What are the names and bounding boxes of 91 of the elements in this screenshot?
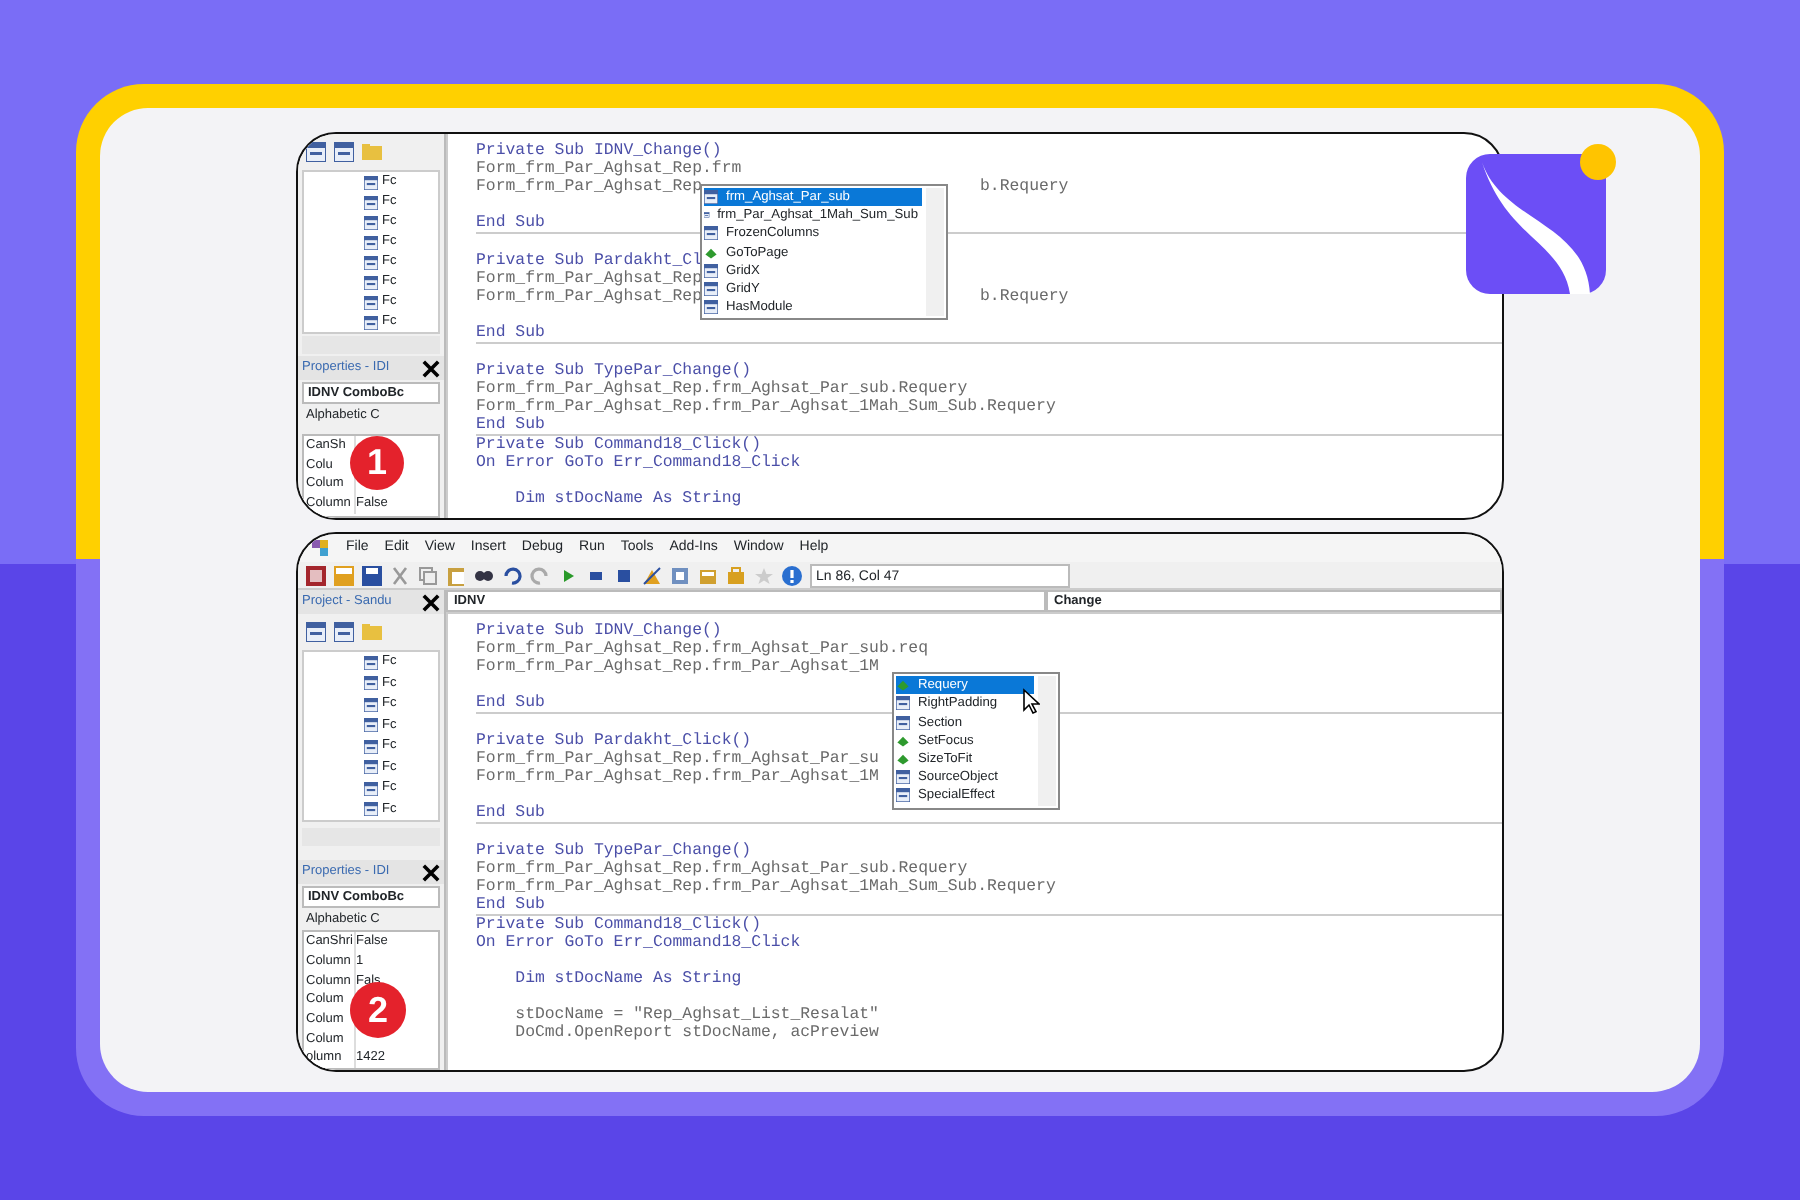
form-icon: [364, 802, 378, 817]
app-icon: [310, 537, 330, 558]
form-icon: [364, 760, 378, 775]
code-line: Private Sub Command18_Click(): [476, 916, 761, 935]
property-icon: [704, 300, 718, 315]
property-icon: [896, 696, 910, 711]
code-line: End Sub: [476, 804, 545, 823]
property-icon: [704, 208, 710, 223]
mouse-pointer-icon: [1022, 688, 1040, 715]
code-line: b.Requery: [980, 288, 1069, 306]
code-line: Private Sub Command18_Click(): [476, 436, 761, 454]
close-icon[interactable]: [422, 593, 440, 612]
scrollbar[interactable]: [926, 188, 944, 317]
code-line: Form_frm_Par_Aghsat_Rep.frm_Par_Aghsat_1M: [476, 768, 879, 787]
code-line: End Sub: [476, 214, 545, 232]
access-icon[interactable]: [306, 565, 326, 586]
form-icon: [364, 255, 378, 269]
code-line: On Error GoTo Err_Command18_Click: [476, 454, 801, 472]
view-code-icon[interactable]: [334, 142, 354, 162]
view-code-icon[interactable]: [334, 622, 354, 643]
code-line: Dim stDocName As String: [513, 970, 742, 989]
code-line: Form_frm_Par_Aghsat_Rep.frm_Par_Aghsat_1Mah_Sum_Sub.Requery: [476, 398, 1056, 416]
view-object-icon[interactable]: [306, 622, 326, 643]
code-line: Form_frm_Par_Aghsat_Rep: [476, 270, 703, 288]
code-line: End Sub: [476, 896, 545, 915]
form-icon: [364, 655, 378, 670]
design-icon[interactable]: [642, 565, 662, 586]
property-icon: [704, 263, 718, 278]
form-icon: [364, 697, 378, 712]
form-icon: [364, 676, 378, 691]
code-line: Private Sub IDNV_Change(): [476, 142, 722, 160]
redo-icon[interactable]: [530, 565, 550, 586]
run-icon[interactable]: [558, 565, 578, 586]
help-icon[interactable]: [782, 565, 802, 586]
save-icon[interactable]: [362, 565, 382, 586]
form-icon: [364, 315, 378, 329]
code-line: Private Sub TypePar_Change(): [476, 362, 752, 380]
code-line: Form_frm_Par_Aghsat_Rep.frm: [476, 160, 742, 178]
code-line: Form_frm_Par_Aghsat_Rep.frm_Aghsat_Par_sub.req: [476, 640, 929, 659]
form-icon: [364, 718, 378, 733]
property-icon: [896, 788, 910, 803]
form-icon: [364, 175, 378, 189]
code-line: On Error GoTo Err_Command18_Click: [476, 934, 801, 953]
toolbox-icon[interactable]: [726, 565, 746, 586]
code-line: DoCmd.OpenReport stDocName, acPreview: [513, 1024, 879, 1043]
code-line: b.Requery: [980, 178, 1069, 196]
code-line: Private Sub TypePar_Change(): [476, 842, 752, 861]
code-line: Private Sub IDNV_Change(): [476, 622, 722, 641]
undo-icon[interactable]: [502, 565, 522, 586]
property-icon: [704, 282, 718, 297]
code-line: Form_frm_Par_Aghsat_Rep.frm_Par_Aghsat_1Mah_Sum_Sub.Requery: [476, 878, 1056, 897]
code-line: stDocName = "Rep_Aghsat_List_Resalat": [513, 1006, 879, 1025]
code-line: End Sub: [476, 324, 545, 342]
code-line: End Sub: [476, 694, 545, 713]
code-line: Form_frm_Par_Aghsat_Rep: [476, 288, 703, 306]
code-line: Dim stDocName As String: [513, 490, 742, 508]
view-object-icon[interactable]: [306, 142, 326, 162]
property-icon: [896, 770, 910, 785]
code-line: Form_frm_Par_Aghsat_Rep.frm_Aghsat_Par_sub.Requery: [476, 380, 968, 398]
paste-icon[interactable]: [446, 565, 466, 586]
form-icon: [364, 739, 378, 754]
properties-icon[interactable]: [698, 565, 718, 586]
code-line: End Sub: [476, 416, 545, 434]
stop-icon[interactable]: [614, 565, 634, 586]
code-line: Private Sub Pardakht_Cl: [476, 252, 703, 270]
scrollbar[interactable]: [1038, 676, 1056, 805]
form-icon: [364, 781, 378, 796]
cut-icon[interactable]: [390, 565, 410, 586]
property-icon: [896, 715, 910, 730]
code-line: Form_frm_Par_Aghsat_Rep.frm_Par_Aghsat_1M: [476, 658, 879, 677]
horizontal-scrollbar[interactable]: [302, 336, 440, 354]
property-icon: [704, 226, 718, 241]
code-line: Form_frm_Par_Aghsat_Rep: [476, 178, 703, 196]
method-icon: [896, 678, 910, 693]
form-icon[interactable]: [334, 565, 354, 586]
form-icon: [364, 235, 378, 249]
form-icon: [364, 295, 378, 309]
form-icon: [364, 195, 378, 209]
code-line: Form_frm_Par_Aghsat_Rep.frm_Aghsat_Par_su: [476, 750, 879, 769]
close-icon[interactable]: [422, 359, 440, 377]
close-icon[interactable]: [422, 863, 440, 882]
copy-icon[interactable]: [418, 565, 438, 586]
code-line: Form_frm_Par_Aghsat_Rep.frm_Aghsat_Par_sub.Requery: [476, 860, 968, 879]
property-icon: [704, 190, 718, 205]
form-icon: [364, 275, 378, 289]
find-icon[interactable]: [474, 565, 494, 586]
code-line: Private Sub Pardakht_Click(): [476, 732, 752, 751]
star-icon[interactable]: [754, 565, 774, 586]
form-icon: [364, 215, 378, 229]
method-icon: [704, 245, 718, 260]
explorer-icon[interactable]: [670, 565, 690, 586]
